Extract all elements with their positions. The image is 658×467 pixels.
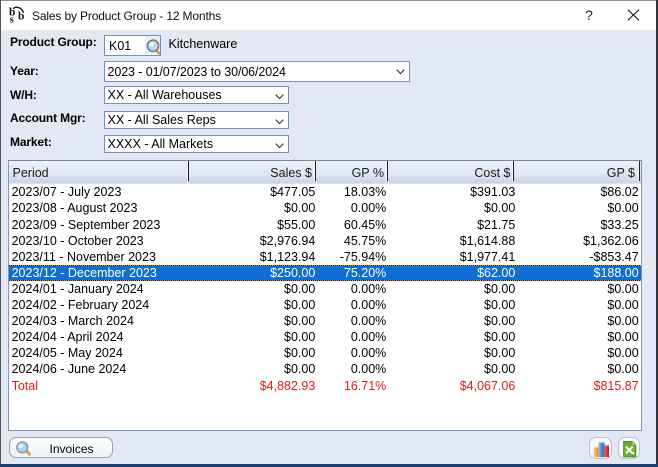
svg-text:s: s	[10, 14, 14, 25]
